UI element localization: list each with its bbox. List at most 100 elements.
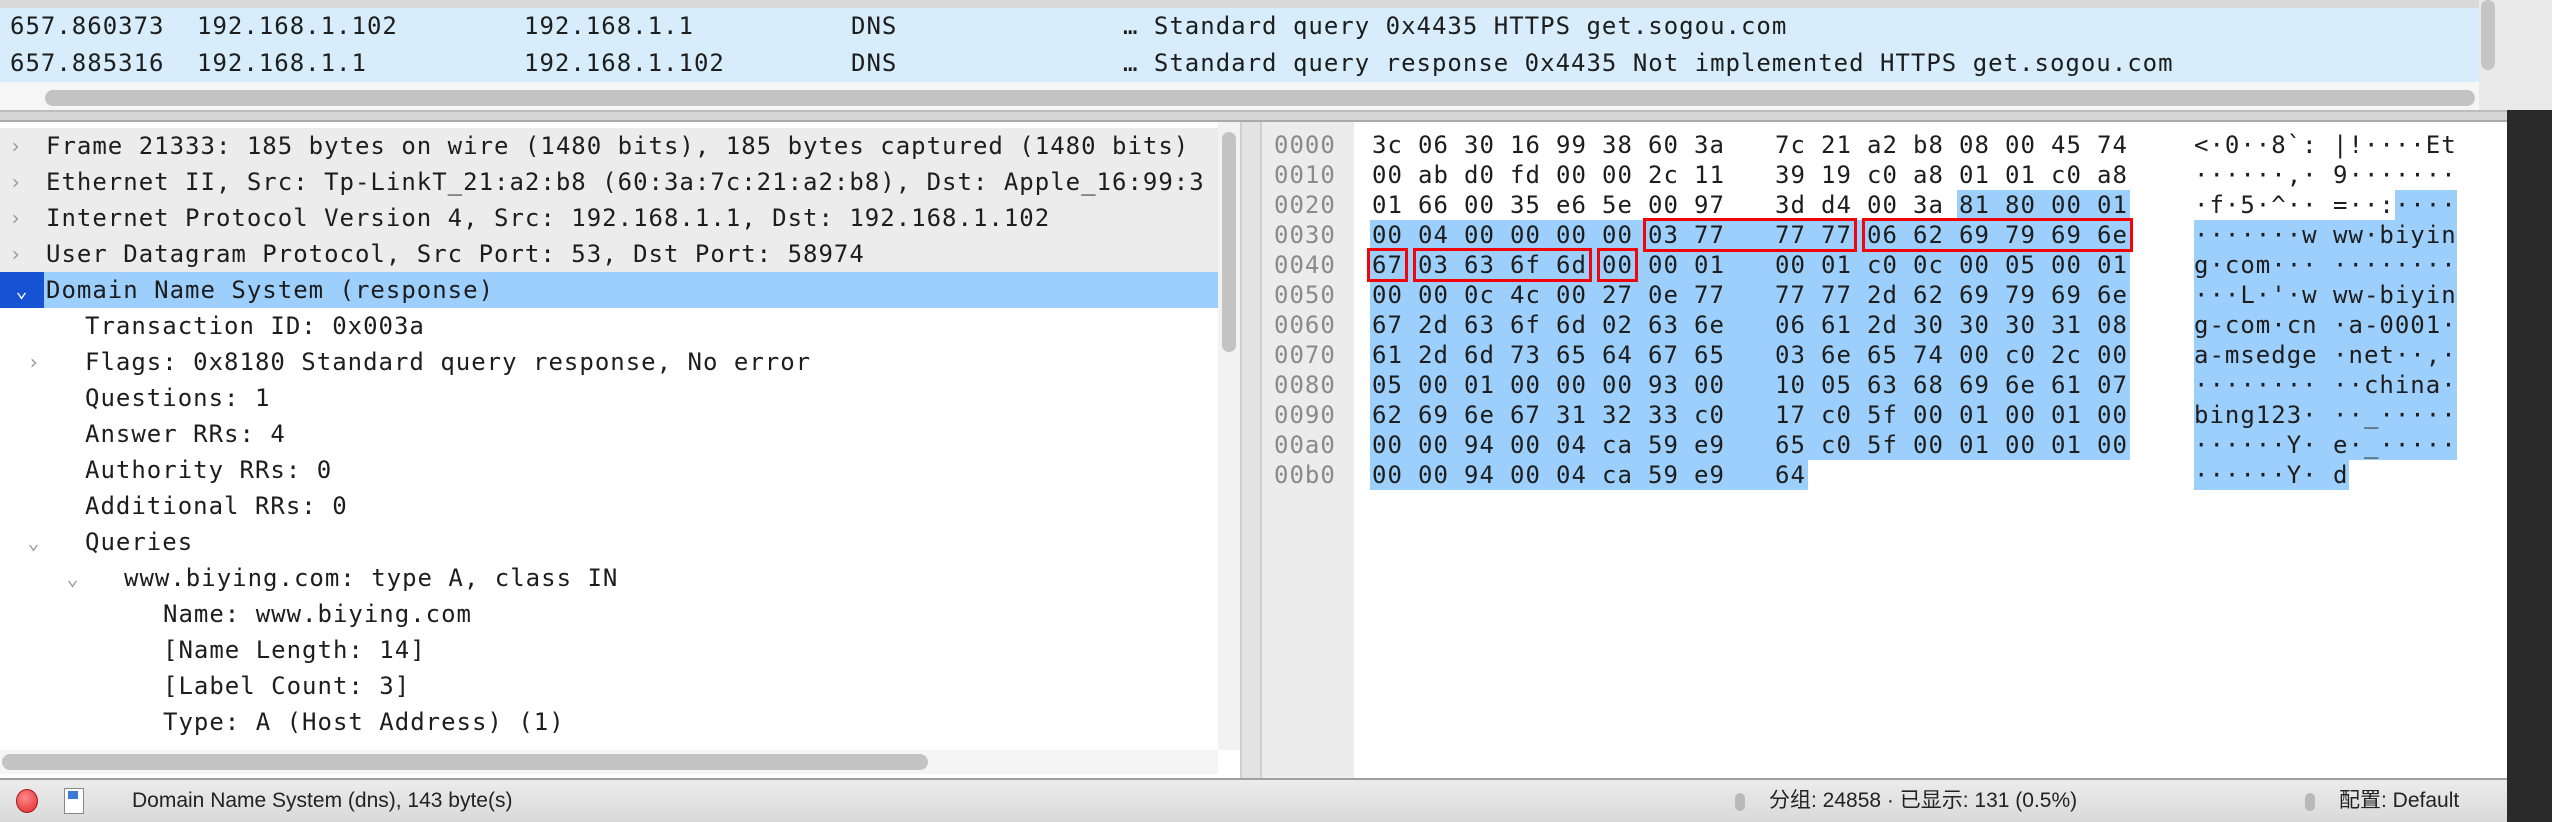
hex-byte[interactable]: 66 bbox=[1418, 190, 1449, 220]
pane-splitter[interactable] bbox=[0, 110, 2552, 122]
scrollbar-thumb[interactable] bbox=[1222, 132, 1236, 352]
hex-byte[interactable]: 3a bbox=[1913, 190, 1944, 220]
hex-byte[interactable]: 45 bbox=[2051, 130, 2082, 160]
hex-byte[interactable]: 74 bbox=[1913, 340, 1944, 370]
ascii-text[interactable]: ········ ··china· bbox=[2194, 370, 2457, 400]
hex-byte[interactable]: 61 bbox=[1821, 310, 1852, 340]
status-profile[interactable]: 配置: Default bbox=[2339, 780, 2459, 822]
hex-byte[interactable]: 63 bbox=[1648, 310, 1679, 340]
hex-byte[interactable]: 6e bbox=[1694, 310, 1725, 340]
hex-byte[interactable]: c0 bbox=[2051, 160, 2082, 190]
hex-byte[interactable]: b8 bbox=[1913, 130, 1944, 160]
hex-byte[interactable]: 10 bbox=[1775, 370, 1806, 400]
hex-byte[interactable]: 00 bbox=[1372, 460, 1403, 490]
tree-item[interactable]: ⌄ Domain Name System (response) bbox=[0, 272, 1218, 308]
hex-byte[interactable]: 68 bbox=[1913, 370, 1944, 400]
hex-byte[interactable]: 00 bbox=[1556, 220, 1587, 250]
hex-byte[interactable]: 11 bbox=[1694, 160, 1725, 190]
chevron-down-icon[interactable]: ⌄ bbox=[60, 560, 86, 596]
hex-byte[interactable]: 07 bbox=[2097, 370, 2128, 400]
hex-byte[interactable]: 69 bbox=[2051, 280, 2082, 310]
tree-item[interactable]: [Name Length: 14] bbox=[0, 632, 1218, 668]
hex-byte[interactable]: ca bbox=[1602, 430, 1633, 460]
hex-byte[interactable]: 00 bbox=[1694, 370, 1725, 400]
hex-byte[interactable]: 69 bbox=[1418, 400, 1449, 430]
hex-byte[interactable]: 00 bbox=[1418, 460, 1449, 490]
hex-byte[interactable]: c0 bbox=[2005, 340, 2036, 370]
hex-byte[interactable]: 01 bbox=[1694, 250, 1725, 280]
chevron-down-icon[interactable]: ⌄ bbox=[0, 272, 44, 308]
hex-byte[interactable]: 6e bbox=[1464, 400, 1495, 430]
hex-byte[interactable]: 05 bbox=[1821, 370, 1852, 400]
hex-byte[interactable]: a8 bbox=[1913, 160, 1944, 190]
hex-byte[interactable]: ca bbox=[1602, 460, 1633, 490]
hex-byte[interactable]: 65 bbox=[1556, 340, 1587, 370]
hex-byte[interactable]: 3a bbox=[1694, 130, 1725, 160]
tree-item[interactable]: Transaction ID: 0x003a bbox=[0, 308, 1218, 344]
pane-splitter-vertical[interactable] bbox=[1240, 122, 1262, 778]
hex-byte[interactable]: 6e bbox=[2005, 370, 2036, 400]
hex-byte[interactable]: 00 bbox=[2051, 190, 2082, 220]
hex-byte[interactable]: e6 bbox=[1556, 190, 1587, 220]
chevron-right-icon[interactable]: › bbox=[3, 200, 29, 236]
tree-item[interactable]: ⌄ www.biying.com: type A, class IN bbox=[0, 560, 1218, 596]
tree-item[interactable]: [Label Count: 3] bbox=[0, 668, 1218, 704]
hex-byte[interactable]: 2d bbox=[1867, 280, 1898, 310]
hex-byte[interactable]: 00 bbox=[2097, 400, 2128, 430]
hex-byte[interactable]: c0 bbox=[1821, 400, 1852, 430]
hex-byte[interactable]: 01 bbox=[2051, 430, 2082, 460]
ascii-text[interactable]: g-com·cn ·a-0001· bbox=[2194, 310, 2457, 340]
ascii-text[interactable]: g·com··· ········ bbox=[2194, 250, 2457, 280]
chevron-right-icon[interactable]: › bbox=[3, 236, 29, 272]
packet-row[interactable]: 657.860373 192.168.1.102 192.168.1.1 DNS … S… bbox=[0, 8, 2479, 45]
hex-byte[interactable]: 00 bbox=[2005, 430, 2036, 460]
hex-byte[interactable]: 81 bbox=[1959, 190, 1990, 220]
tree-item[interactable]: › User Datagram Protocol, Src Port: 53, D… bbox=[0, 236, 1218, 272]
hex-byte[interactable]: 0c bbox=[1913, 250, 1944, 280]
hex-byte[interactable]: 30 bbox=[2005, 310, 2036, 340]
hex-byte[interactable]: 77 bbox=[1775, 280, 1806, 310]
hex-byte[interactable]: 00 bbox=[1464, 190, 1495, 220]
hex-byte[interactable]: 67 bbox=[1372, 310, 1403, 340]
hex-byte[interactable]: 94 bbox=[1464, 430, 1495, 460]
chevron-right-icon[interactable]: › bbox=[3, 164, 29, 200]
hex-byte[interactable]: 00 bbox=[1464, 220, 1495, 250]
hex-byte[interactable]: 79 bbox=[2005, 280, 2036, 310]
hex-byte[interactable]: 00 bbox=[1510, 370, 1541, 400]
hex-byte[interactable]: e9 bbox=[1694, 430, 1725, 460]
hex-byte[interactable]: 08 bbox=[2097, 310, 2128, 340]
hex-byte[interactable]: 08 bbox=[1959, 130, 1990, 160]
hex-byte[interactable]: 01 bbox=[2097, 190, 2128, 220]
hex-byte[interactable]: 00 bbox=[2005, 130, 2036, 160]
hex-byte[interactable]: 00 bbox=[1648, 190, 1679, 220]
hex-byte[interactable]: c0 bbox=[1867, 250, 1898, 280]
hex-byte[interactable]: 77 bbox=[1694, 280, 1725, 310]
hex-byte[interactable]: 00 bbox=[1648, 250, 1679, 280]
hex-byte[interactable]: 04 bbox=[1418, 220, 1449, 250]
hex-byte[interactable]: 00 bbox=[1959, 340, 1990, 370]
hex-byte[interactable]: 01 bbox=[1821, 250, 1852, 280]
hex-byte[interactable]: 00 bbox=[1418, 430, 1449, 460]
hex-byte[interactable]: 05 bbox=[2005, 250, 2036, 280]
hex-byte[interactable]: 01 bbox=[2051, 400, 2082, 430]
hex-byte[interactable]: d4 bbox=[1821, 190, 1852, 220]
hex-byte[interactable]: 99 bbox=[1556, 130, 1587, 160]
hex-byte[interactable]: 01 bbox=[2005, 160, 2036, 190]
ascii-text[interactable]: ······Y· d bbox=[2194, 460, 2349, 490]
hex-byte[interactable]: 00 bbox=[1602, 220, 1633, 250]
hex-byte[interactable]: 69 bbox=[1959, 280, 1990, 310]
tree-item[interactable]: Name: www.biying.com bbox=[0, 596, 1218, 632]
hex-byte[interactable]: 00 bbox=[1556, 160, 1587, 190]
chevron-down-icon[interactable]: ⌄ bbox=[21, 524, 47, 560]
packet-row[interactable]: 657.885316 192.168.1.1 192.168.1.102 DNS … S… bbox=[0, 45, 2479, 82]
hex-byte[interactable]: 00 bbox=[1418, 370, 1449, 400]
hex-byte[interactable]: 00 bbox=[1372, 160, 1403, 190]
hex-byte[interactable]: 6f bbox=[1510, 310, 1541, 340]
hex-byte[interactable]: 62 bbox=[1372, 400, 1403, 430]
hex-byte[interactable]: 97 bbox=[1694, 190, 1725, 220]
hex-byte[interactable]: 77 bbox=[1821, 280, 1852, 310]
hex-byte[interactable]: 7c bbox=[1775, 130, 1806, 160]
hex-byte[interactable]: 00 bbox=[1913, 400, 1944, 430]
hex-byte[interactable]: 73 bbox=[1510, 340, 1541, 370]
hex-byte[interactable]: 65 bbox=[1867, 340, 1898, 370]
